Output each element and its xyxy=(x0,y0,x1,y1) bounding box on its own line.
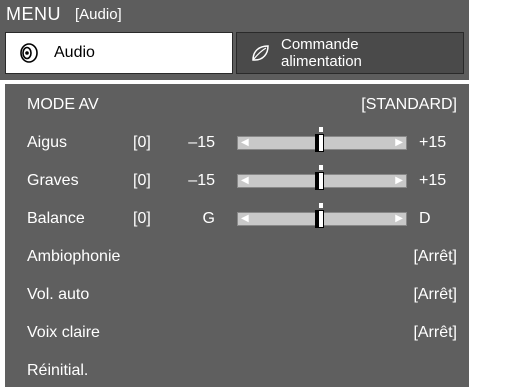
menu-title: MENU xyxy=(6,3,61,24)
aigus-slider[interactable]: ◀ ▶ xyxy=(237,127,407,152)
audio-settings-panel: MODE AV [STANDARD] Aigus [0] –15 ◀ ▶ +15… xyxy=(5,84,469,387)
right-arrow-icon[interactable]: ▶ xyxy=(395,213,403,225)
row-mode-av[interactable]: MODE AV [STANDARD] xyxy=(5,86,469,124)
ambiophonie-label: Ambiophonie xyxy=(27,248,121,265)
right-arrow-icon[interactable]: ▶ xyxy=(395,175,403,187)
center-marker xyxy=(319,203,323,208)
voix-claire-label: Voix claire xyxy=(27,324,100,341)
left-arrow-icon[interactable]: ◀ xyxy=(241,175,249,187)
row-graves[interactable]: Graves [0] –15 ◀ ▶ +15 xyxy=(5,162,469,200)
graves-max: +15 xyxy=(419,172,447,189)
row-reinitial[interactable]: Réinitial. xyxy=(5,352,469,390)
vol-auto-value: [Arrêt] xyxy=(413,286,457,303)
balance-max: D xyxy=(419,210,431,227)
row-ambiophonie[interactable]: Ambiophonie [Arrêt] xyxy=(5,238,469,276)
mode-av-value: [STANDARD] xyxy=(361,96,457,113)
balance-slider[interactable]: ◀ ▶ xyxy=(237,203,407,228)
row-vol-auto[interactable]: Vol. auto [Arrêt] xyxy=(5,276,469,314)
balance-slider-knob[interactable] xyxy=(315,210,324,228)
tab-power-label-line1: Commande xyxy=(281,36,359,53)
balance-label: Balance xyxy=(27,210,85,227)
menu-subtitle: [Audio] xyxy=(75,5,122,23)
graves-slider[interactable]: ◀ ▶ xyxy=(237,165,407,190)
balance-value: [0] xyxy=(133,210,151,227)
row-voix-claire[interactable]: Voix claire [Arrêt] xyxy=(5,314,469,352)
aigus-label: Aigus xyxy=(27,134,68,151)
graves-min: –15 xyxy=(188,172,215,189)
mode-av-label: MODE AV xyxy=(27,96,99,113)
graves-value: [0] xyxy=(133,172,151,189)
leaf-icon xyxy=(249,42,271,64)
tab-audio[interactable]: Audio xyxy=(5,32,233,74)
balance-min: G xyxy=(202,210,215,227)
left-arrow-icon[interactable]: ◀ xyxy=(241,137,249,149)
tab-bar: Audio Commande alimentation xyxy=(0,28,469,80)
graves-label: Graves xyxy=(27,172,79,189)
aigus-min: –15 xyxy=(188,134,215,151)
right-arrow-icon[interactable]: ▶ xyxy=(395,137,403,149)
menu-header: MENU [Audio] xyxy=(0,0,469,28)
aigus-max: +15 xyxy=(419,134,447,151)
tab-commande-alimentation[interactable]: Commande alimentation xyxy=(236,32,464,74)
tab-audio-label: Audio xyxy=(54,44,95,61)
center-marker xyxy=(319,127,323,132)
ambiophonie-value: [Arrêt] xyxy=(413,248,457,265)
voix-claire-value: [Arrêt] xyxy=(413,324,457,341)
tab-power-label-line2: alimentation xyxy=(281,53,362,70)
center-marker xyxy=(319,165,323,170)
vol-auto-label: Vol. auto xyxy=(27,286,90,303)
aigus-value: [0] xyxy=(133,134,151,151)
reinitial-label: Réinitial. xyxy=(27,362,89,379)
graves-slider-knob[interactable] xyxy=(315,172,324,190)
speaker-icon xyxy=(18,42,40,64)
row-balance[interactable]: Balance [0] G ◀ ▶ D xyxy=(5,200,469,238)
row-aigus[interactable]: Aigus [0] –15 ◀ ▶ +15 xyxy=(5,124,469,162)
aigus-slider-knob[interactable] xyxy=(315,134,324,152)
left-arrow-icon[interactable]: ◀ xyxy=(241,213,249,225)
tab-power-label: Commande alimentation xyxy=(281,36,362,70)
screen: MENU [Audio] Audio Commande alimentation… xyxy=(0,0,521,387)
